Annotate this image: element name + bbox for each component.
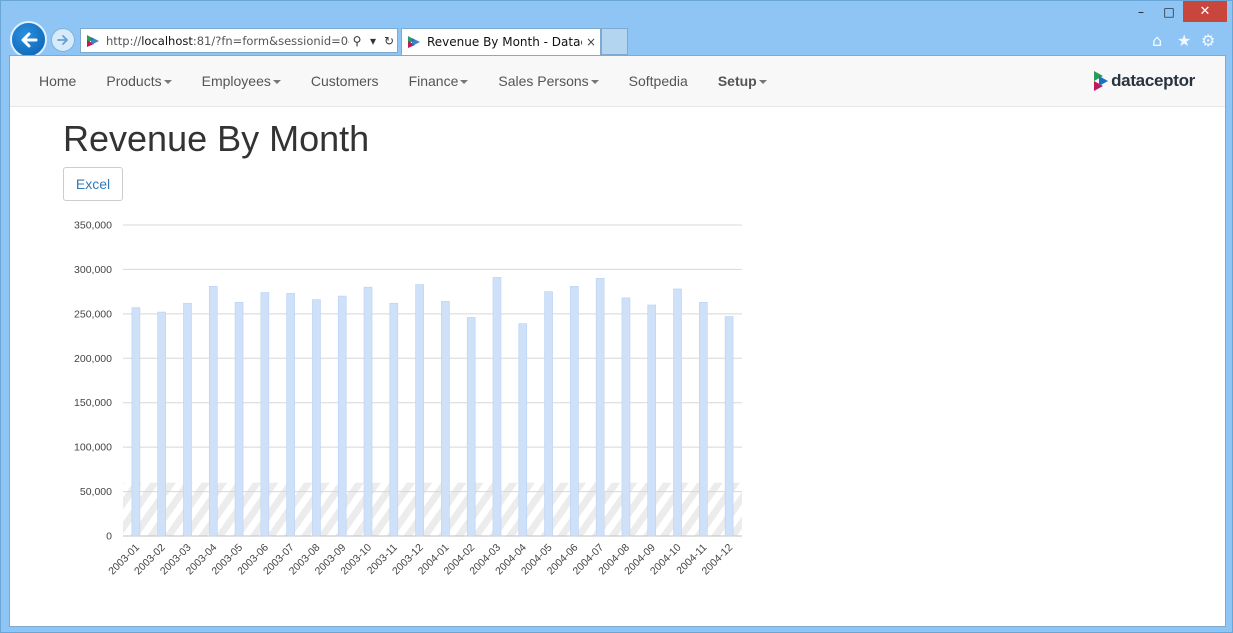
site-favicon-icon	[87, 34, 99, 47]
favorites-star-icon[interactable]: ★	[1177, 31, 1191, 50]
nav-customers[interactable]: Customers	[296, 56, 394, 107]
chart-bar	[131, 307, 141, 537]
chart-bar	[518, 323, 528, 537]
forward-arrow-icon	[57, 35, 68, 45]
chart-bar	[466, 317, 476, 537]
close-window-button[interactable]: ✕	[1183, 1, 1227, 22]
top-navbar: Home Products Employees Customers Financ…	[10, 56, 1225, 107]
nav-products[interactable]: Products	[91, 56, 186, 107]
caret-down-icon	[758, 79, 767, 84]
chart-bar	[595, 278, 605, 537]
nav-sales-persons[interactable]: Sales Persons	[483, 56, 613, 107]
chart-bar	[724, 316, 734, 537]
browser-window: – □ ✕ http://localhost:81/?fn=form&sessi…	[0, 0, 1233, 633]
page-content: Home Products Employees Customers Financ…	[9, 55, 1226, 627]
excel-export-button[interactable]: Excel	[63, 167, 123, 201]
new-tab-button[interactable]	[601, 28, 628, 55]
nav-softpedia[interactable]: Softpedia	[614, 56, 703, 107]
caret-down-icon	[460, 79, 469, 84]
caret-down-icon	[272, 79, 281, 84]
brand-logo[interactable]: dataceptor	[1094, 71, 1195, 91]
dataceptor-logo-icon	[1094, 71, 1109, 91]
chart-bar	[415, 284, 424, 537]
chart-bar	[492, 277, 502, 537]
settings-gear-icon[interactable]: ⚙	[1201, 31, 1215, 50]
maximize-button[interactable]: □	[1155, 1, 1183, 22]
y-tick-label: 100,000	[74, 442, 112, 454]
chart-bar	[699, 302, 708, 537]
chart-bar	[441, 301, 450, 537]
chart-bar	[260, 292, 270, 537]
chart-bar	[544, 291, 553, 537]
forward-button[interactable]	[51, 28, 75, 52]
brand-name: dataceptor	[1111, 71, 1195, 90]
refresh-icon[interactable]: ↻	[381, 34, 397, 48]
y-tick-label: 150,000	[74, 397, 112, 409]
chart-bar	[234, 302, 244, 537]
y-tick-label: 200,000	[74, 353, 112, 365]
chart-bar	[157, 311, 166, 537]
tab-title: Revenue By Month - Datac...	[427, 35, 582, 49]
address-url[interactable]: http://localhost:81/?fn=form&sessionid=0…	[106, 34, 349, 48]
minimize-button[interactable]: –	[1127, 1, 1155, 22]
nav-home[interactable]: Home	[10, 56, 91, 107]
chart-bar	[363, 286, 373, 537]
tab-close-icon[interactable]: ×	[582, 35, 600, 49]
chart-bar	[389, 302, 399, 537]
nav-finance[interactable]: Finance	[394, 56, 484, 107]
nav-employees[interactable]: Employees	[187, 56, 296, 107]
y-tick-label: 300,000	[74, 264, 112, 276]
chart-bar	[208, 286, 218, 537]
y-tick-label: 250,000	[74, 308, 112, 320]
nav-setup[interactable]: Setup	[703, 56, 782, 107]
back-button[interactable]	[10, 21, 47, 58]
chart-bar	[337, 295, 347, 537]
chart-bar	[286, 293, 295, 537]
y-tick-label: 50,000	[80, 486, 112, 498]
y-tick-label: 0	[106, 531, 112, 543]
revenue-bar-chart: 0 50,000 100,000 150,000 200,000 250,000 300,0…	[74, 220, 742, 577]
chart-bar	[647, 304, 657, 537]
chart-bar	[570, 286, 579, 537]
chart-bar	[183, 302, 192, 537]
tab-favicon-icon	[408, 36, 420, 48]
address-bar[interactable]: http://localhost:81/?fn=form&sessionid=0…	[80, 28, 398, 53]
tab-revenue-by-month[interactable]: Revenue By Month - Datac... ×	[401, 28, 601, 55]
search-icon[interactable]: ⚲	[349, 34, 365, 48]
chart-bar	[673, 288, 682, 537]
chart-bar	[621, 297, 631, 537]
back-arrow-icon	[21, 32, 37, 47]
address-dropdown-icon[interactable]: ▾	[365, 34, 381, 48]
caret-down-icon	[590, 79, 599, 84]
chart-bar	[312, 299, 321, 537]
y-tick-label: 350,000	[74, 220, 112, 232]
caret-down-icon	[163, 79, 172, 84]
home-icon[interactable]: ⌂	[1152, 31, 1162, 50]
page-title: Revenue By Month	[63, 118, 370, 159]
